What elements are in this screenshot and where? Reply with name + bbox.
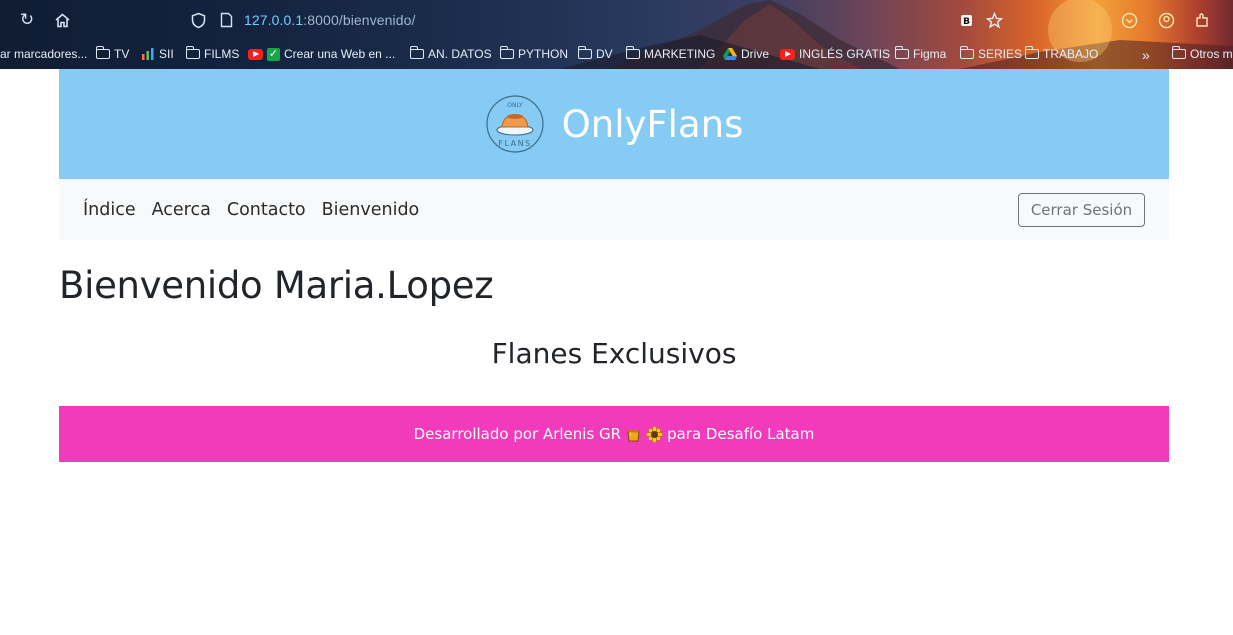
footer-credit: Desarrollado por Arlenis GR: [413, 425, 622, 443]
url-text[interactable]: 127.0.0.1:8000/bienvenido/: [244, 12, 416, 28]
reload-icon[interactable]: ↻: [17, 10, 37, 30]
bookmark-label: SERIES: [978, 47, 1023, 61]
bookmark-item[interactable]: INGLÉS GRATIS: [780, 47, 890, 61]
shield-icon[interactable]: [188, 10, 208, 30]
main-navbar: Índice Acerca Contacto Bienvenido Cerrar…: [59, 179, 1169, 240]
brand[interactable]: ONLY FLANS OnlyFlans: [485, 94, 744, 154]
page-viewport: ONLY FLANS OnlyFlans Índice Acerca Conta…: [0, 69, 1233, 635]
welcome-heading: Bienvenido Maria.Lopez: [59, 264, 494, 307]
bookmark-label: Otros m: [1190, 47, 1233, 61]
bookmark-item[interactable]: Otros m: [1171, 46, 1233, 61]
address-bar-row: ↻ 127.0.0.1:8000/bienvenido/ B: [0, 0, 1233, 40]
bookmark-label: ar marcadores...: [0, 47, 88, 61]
home-icon[interactable]: [52, 10, 72, 30]
youtube-icon: [780, 48, 795, 60]
folder-icon: [577, 46, 592, 59]
bookmark-label: INGLÉS GRATIS: [799, 47, 891, 61]
extension-icon[interactable]: B: [956, 10, 976, 30]
bookmark-item[interactable]: MARKETING: [625, 46, 716, 61]
bookmark-item[interactable]: TRABAJO: [1024, 46, 1099, 61]
logo-top-text: ONLY: [507, 102, 523, 109]
bookmark-item[interactable]: DV: [577, 46, 613, 61]
bookmark-item[interactable]: SERIES: [959, 46, 1023, 61]
check-icon: ✓: [267, 47, 280, 61]
chart-icon: [142, 48, 154, 60]
folder-icon: [95, 46, 110, 59]
flan-logo-icon: ONLY FLANS: [486, 95, 544, 153]
star-icon[interactable]: [984, 10, 1004, 30]
logout-button[interactable]: Cerrar Sesión: [1018, 193, 1145, 227]
nav-link-acerca[interactable]: Acerca: [152, 200, 211, 220]
browser-chrome: ↻ 127.0.0.1:8000/bienvenido/ B ar marcad…: [0, 0, 1233, 69]
nav-link-indice[interactable]: Índice: [83, 200, 136, 220]
bookmark-label: MARKETING: [644, 47, 716, 61]
bookmark-label: TV: [114, 47, 130, 61]
bookmark-item[interactable]: Figma: [894, 46, 947, 61]
bookmark-item[interactable]: PYTHON: [499, 46, 569, 61]
downloads-icon[interactable]: [1119, 10, 1139, 30]
bookmark-item[interactable]: FILMS: [185, 46, 240, 61]
bookmark-label: Drive: [741, 47, 770, 61]
brand-name: OnlyFlans: [561, 102, 744, 146]
bookmark-label: DV: [596, 47, 613, 61]
folder-icon: [625, 46, 640, 59]
folder-icon: [1171, 46, 1186, 59]
account-icon[interactable]: [1156, 10, 1176, 30]
bookmark-item[interactable]: SII: [141, 47, 174, 61]
page-container: ONLY FLANS OnlyFlans Índice Acerca Conta…: [59, 69, 1169, 462]
nav-link-contacto[interactable]: Contacto: [227, 200, 306, 220]
drive-icon: [723, 48, 737, 60]
folder-icon: [959, 46, 974, 59]
bookmark-item[interactable]: ar marcadores...: [0, 47, 87, 61]
bookmark-item[interactable]: Drive: [723, 47, 769, 61]
folder-icon: [499, 46, 514, 59]
bookmark-label: PYTHON: [518, 47, 569, 61]
site-footer: Desarrollado por Arlenis GR para Desafío…: [59, 406, 1169, 462]
bookmark-label: SII: [159, 47, 174, 61]
bookmark-label: AN. DATOS: [428, 47, 492, 61]
extensions-puzzle-icon[interactable]: [1192, 10, 1212, 30]
sunflower-icon: [646, 425, 663, 443]
bookmarks-overflow-icon[interactable]: »: [1142, 47, 1150, 63]
bookmarks-bar: ar marcadores... TV SII FILMS ✓ Crear una…: [0, 44, 1233, 66]
honey-pot-icon: [627, 429, 640, 441]
logo-bottom-text: FLANS: [498, 139, 531, 148]
youtube-icon: [248, 48, 263, 60]
folder-icon: [1024, 46, 1039, 59]
bookmark-label: FILMS: [204, 47, 240, 61]
bookmark-item[interactable]: AN. DATOS: [409, 46, 492, 61]
folder-icon: [409, 46, 424, 59]
bookmark-item[interactable]: TV: [95, 46, 130, 61]
section-title: Flanes Exclusivos: [491, 337, 737, 370]
nav-link-bienvenido[interactable]: Bienvenido: [322, 200, 420, 220]
site-header: ONLY FLANS OnlyFlans: [59, 69, 1169, 179]
folder-icon: [185, 46, 200, 59]
bookmark-label: Figma: [913, 47, 947, 61]
folder-icon: [894, 46, 909, 59]
bookmark-label: Crear una Web en ...: [284, 47, 396, 61]
page-info-icon[interactable]: [216, 10, 236, 30]
nav-links: Índice Acerca Contacto Bienvenido: [83, 200, 419, 220]
footer-credit-suffix: para Desafío Latam: [667, 425, 815, 443]
bookmark-label: TRABAJO: [1043, 47, 1099, 61]
bookmark-item[interactable]: ✓ Crear una Web en ...: [248, 47, 395, 61]
svg-text:B: B: [963, 17, 970, 27]
